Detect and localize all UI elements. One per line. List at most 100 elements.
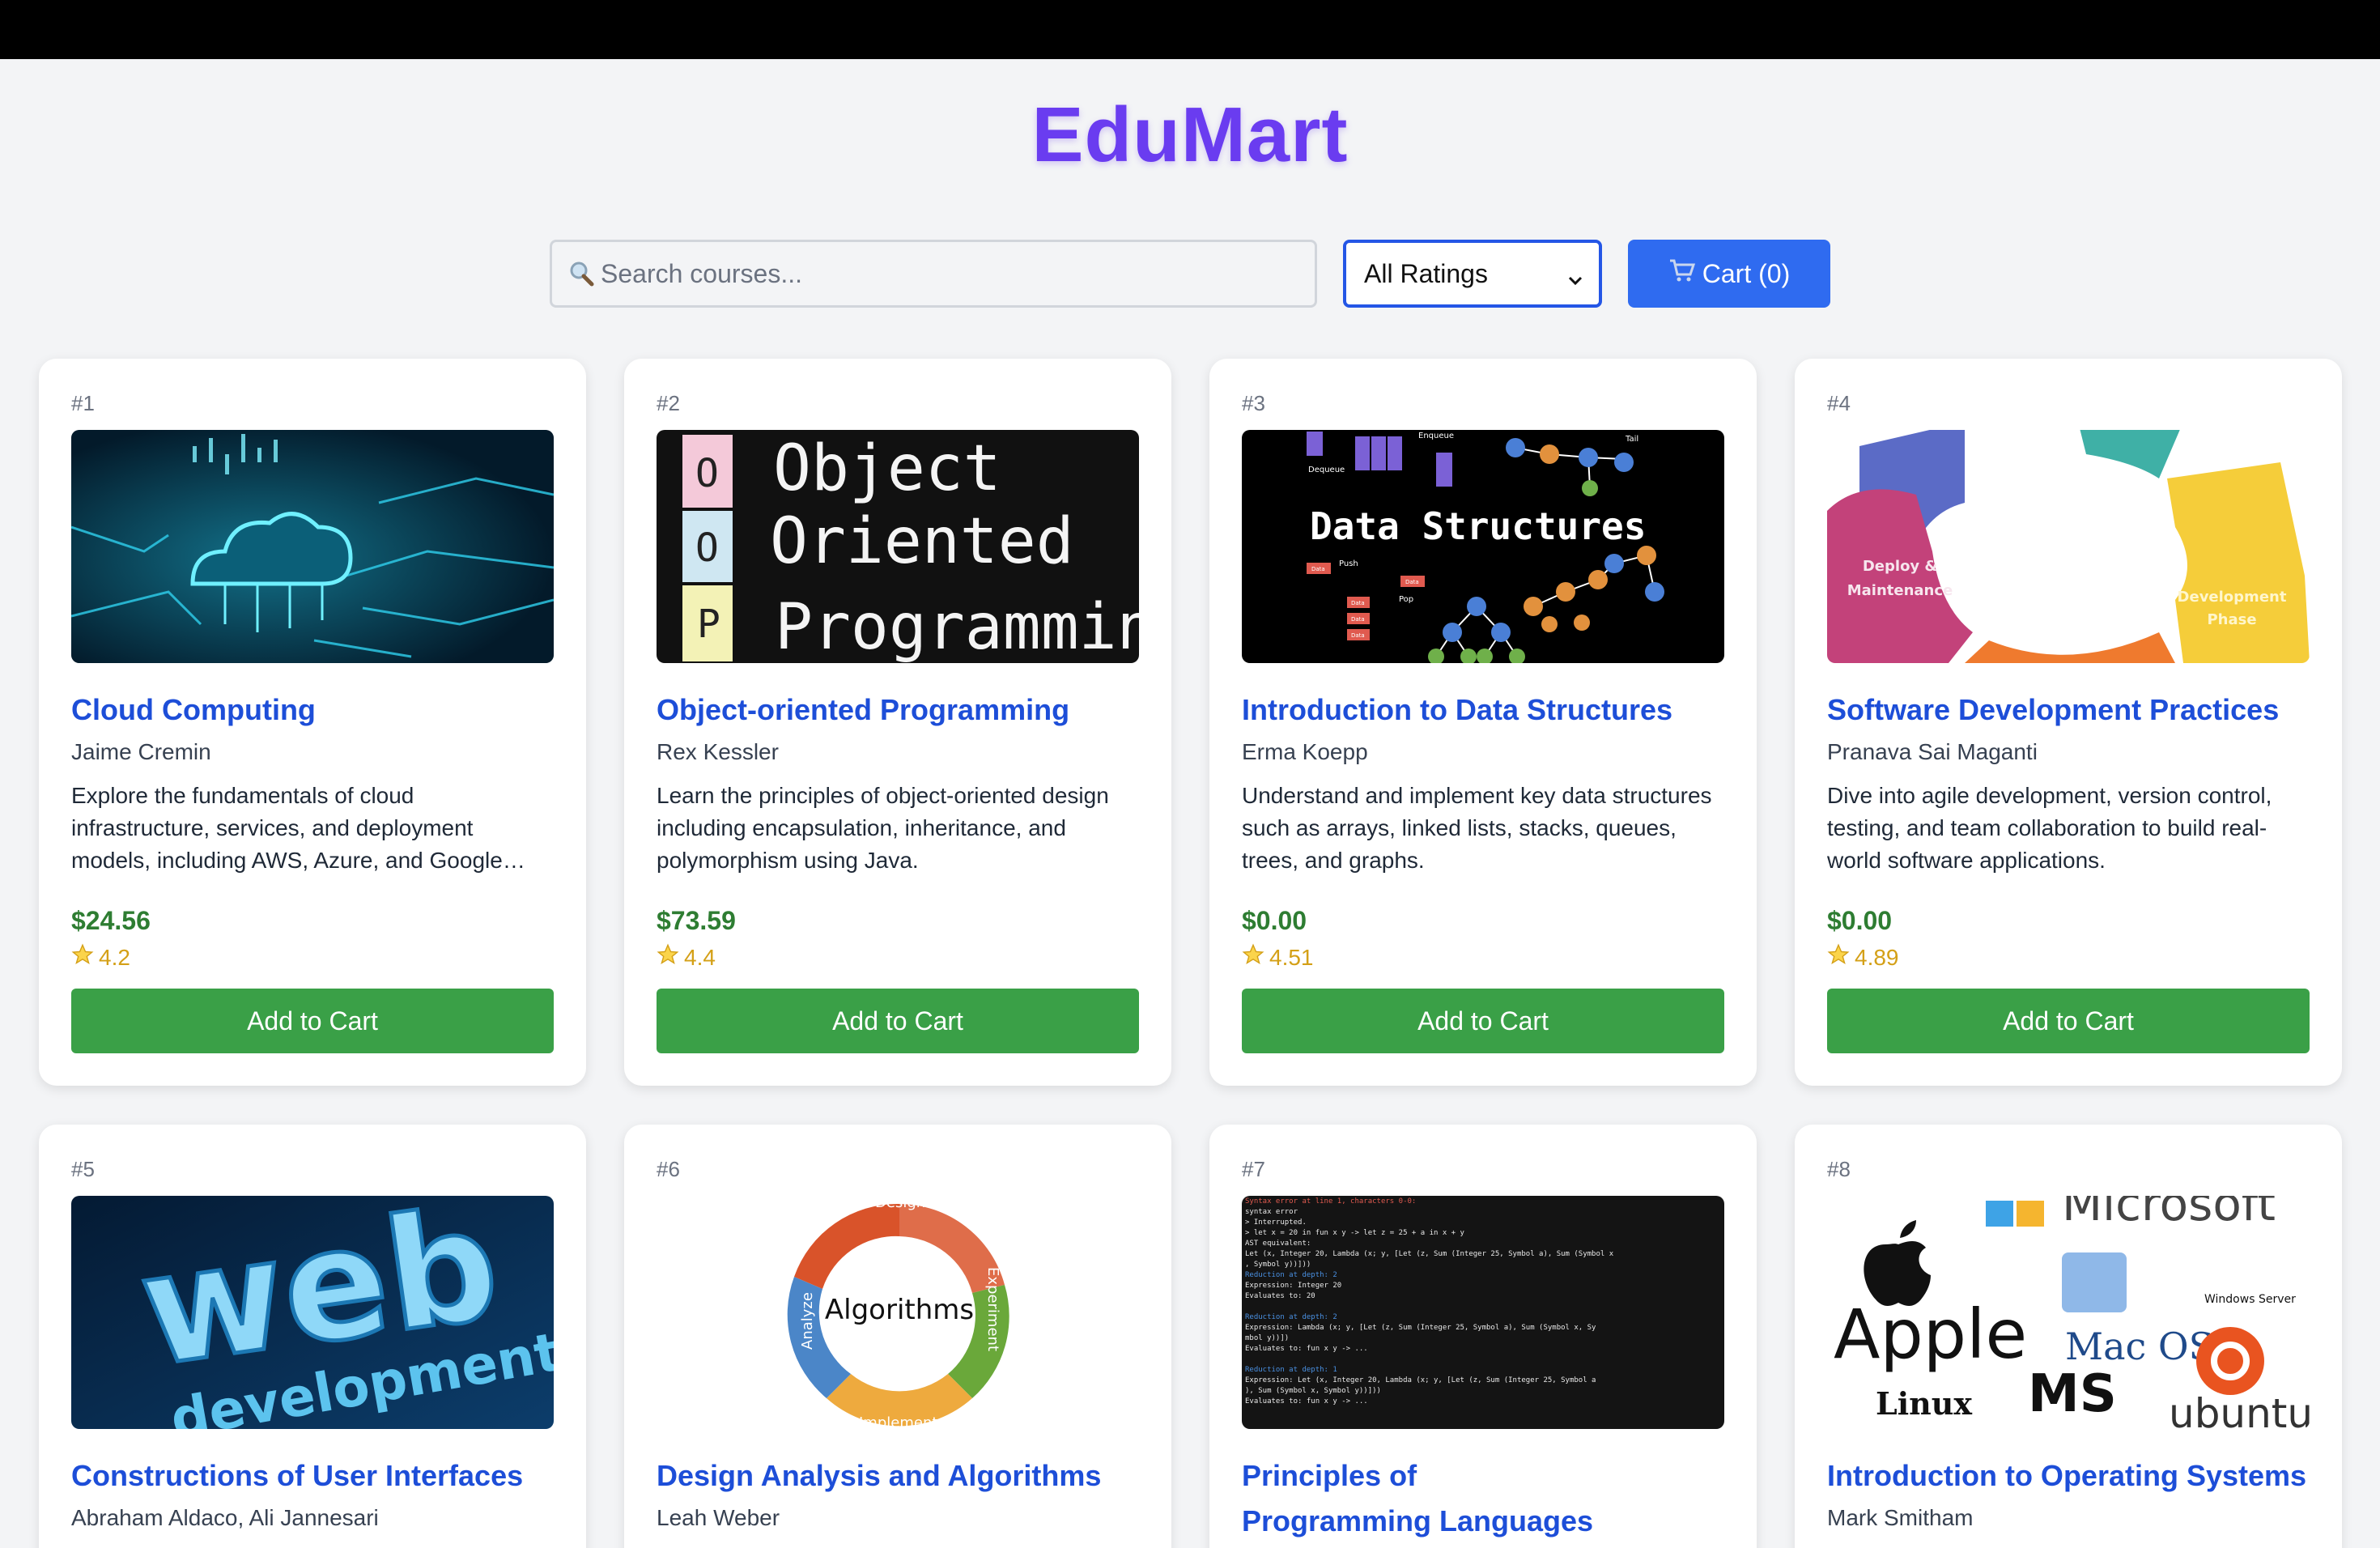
course-price: $24.56 xyxy=(71,906,151,935)
os-linux: Linux xyxy=(1876,1385,1972,1422)
course-price: $0.00 xyxy=(1242,906,1307,935)
course-number: #4 xyxy=(1827,391,1851,415)
course-number: #6 xyxy=(657,1157,680,1181)
cart-icon xyxy=(1668,258,1696,289)
cart-button[interactable]: Cart (0) xyxy=(1628,240,1830,308)
cart-label: Cart (0) xyxy=(1702,258,1791,288)
search-icon xyxy=(567,259,596,288)
course-title[interactable]: Constructions of User Interfaces xyxy=(71,1453,557,1499)
ds-data-label: Data xyxy=(1351,632,1365,639)
course-description: Understand and implement key data struct… xyxy=(1242,783,1712,873)
os-windows-server: Windows Server xyxy=(2204,1293,2296,1306)
ds-heading: Data Structures xyxy=(1310,504,1646,548)
course-number: #8 xyxy=(1827,1157,1851,1181)
course-title[interactable]: Object-oriented Programming xyxy=(657,687,1142,733)
algo-implement: Implement xyxy=(859,1414,937,1429)
course-thumbnail xyxy=(71,430,554,663)
course-number: #2 xyxy=(657,391,680,415)
star-icon xyxy=(1827,943,1850,972)
course-price: $0.00 xyxy=(1827,906,1893,935)
course-title[interactable]: Introduction to Operating Systems xyxy=(1827,1453,2313,1499)
sdlc-deploy: Deploy & xyxy=(1863,558,1937,575)
search-box[interactable] xyxy=(550,240,1317,308)
terminal-line: , Symbol y))])) xyxy=(1245,1261,1311,1269)
course-description: Dive into agile development, version con… xyxy=(1827,783,2272,873)
oop-word-oriented: Oriented xyxy=(770,505,1074,578)
ds-data-label: Data xyxy=(1351,600,1365,606)
terminal-line: Reduction at depth: 2 xyxy=(1245,1271,1337,1279)
course-author: Jaime Cremin xyxy=(71,739,211,764)
algo-design: Design xyxy=(875,1196,925,1211)
course-thumbnail: Microsoft Apple Mac OS Windows Server Li… xyxy=(1827,1196,2310,1429)
add-to-cart-button[interactable]: Add to Cart xyxy=(1242,989,1724,1053)
terminal-line: AST equivalent: xyxy=(1245,1240,1311,1248)
course-card: #3 Enqueue Dequeue Tail Push Pop Data St… xyxy=(1209,359,1757,1086)
terminal-line: syntax error xyxy=(1245,1208,1298,1216)
add-to-cart-button[interactable]: Add to Cart xyxy=(71,989,554,1053)
brand-title: EduMart xyxy=(1031,91,1349,178)
rating-value: 4.51 xyxy=(1269,944,1314,970)
course-card: #4 Deploy & Maintenance Development Phas… xyxy=(1795,359,2342,1086)
os-apple: Apple xyxy=(1834,1295,2027,1374)
course-card: #1 Cloud Computing Jaime Cremin Explore … xyxy=(39,359,586,1086)
search-input[interactable] xyxy=(601,258,1297,289)
star-icon xyxy=(657,943,679,972)
course-card: #7 Syntax error at line 1, characters 0-… xyxy=(1209,1125,1757,1548)
terminal-line: Evaluates to: fun x y -> ... xyxy=(1245,1397,1368,1406)
course-author: Rex Kessler xyxy=(657,739,779,764)
ds-data-label: Data xyxy=(1311,566,1325,572)
terminal-line: Expression: Lambda (x; y, [Let (z, Sum (… xyxy=(1245,1324,1596,1332)
terminal-line: Syntax error at line 1, characters 0-0: xyxy=(1245,1197,1416,1206)
terminal-line: Reduction at depth: 2 xyxy=(1245,1313,1337,1321)
course-author: Mark Smitham xyxy=(1827,1505,1974,1530)
terminal-line: Evaluates to: fun x y -> ... xyxy=(1245,1345,1368,1353)
course-number: #1 xyxy=(71,391,95,415)
course-title[interactable]: Cloud Computing xyxy=(71,687,557,733)
ds-dequeue: Dequeue xyxy=(1308,466,1345,474)
course-thumbnail: web development xyxy=(71,1196,554,1429)
course-title[interactable]: Design Analysis and Algorithms xyxy=(657,1453,1142,1499)
toolbar: All Ratings Cart (0) xyxy=(0,240,2380,308)
course-number: #7 xyxy=(1242,1157,1265,1181)
course-rating: 4.51 xyxy=(1242,943,1314,972)
terminal-line: Reduction at depth: 1 xyxy=(1245,1366,1337,1374)
course-title[interactable]: Principles of Programming Languages xyxy=(1242,1453,1614,1544)
course-title[interactable]: Introduction to Data Structures xyxy=(1242,687,1728,733)
ds-push: Push xyxy=(1339,559,1358,568)
star-icon xyxy=(71,943,94,972)
sdlc-maintenance: Maintenance xyxy=(1847,582,1953,599)
rating-value: 4.4 xyxy=(684,944,716,970)
algo-experiment: Experiment xyxy=(984,1267,1001,1351)
course-thumbnail: Deploy & Maintenance Development Phase xyxy=(1827,430,2310,663)
course-title[interactable]: Software Development Practices xyxy=(1827,687,2313,733)
browser-top-bar xyxy=(0,0,2380,59)
course-card: #6 Design Experiment Implement Analyze A… xyxy=(624,1125,1171,1548)
ds-enqueue: Enqueue xyxy=(1418,432,1454,440)
terminal-line: Let (x, Integer 20, Lambda (x; y, [Let (… xyxy=(1245,1250,1614,1258)
add-to-cart-button[interactable]: Add to Cart xyxy=(1827,989,2310,1053)
course-description: Learn the principles of object-oriented … xyxy=(657,783,1109,873)
ds-pop: Pop xyxy=(1399,595,1413,604)
ds-data-label: Data xyxy=(1405,579,1419,585)
course-number: #3 xyxy=(1242,391,1265,415)
rating-filter-select[interactable]: All Ratings xyxy=(1343,240,1602,308)
os-microsoft: Microsoft xyxy=(2062,1196,2276,1231)
terminal-line: > let x = 20 in fun x y -> let z = 25 + … xyxy=(1245,1229,1465,1237)
course-description: Explore the fundamentals of cloud infras… xyxy=(71,783,525,873)
chevron-down-icon xyxy=(1566,266,1584,286)
terminal-line: Expression: Integer 20 xyxy=(1245,1282,1341,1290)
course-author: Erma Koepp xyxy=(1242,739,1368,764)
star-icon xyxy=(1242,943,1264,972)
terminal-line: > Interrupted. xyxy=(1245,1218,1307,1227)
course-author: Leah Weber xyxy=(657,1505,780,1530)
sdlc-development: Development xyxy=(2178,589,2287,606)
course-author: Pranava Sai Maganti xyxy=(1827,739,2038,764)
oop-letter-o2: O xyxy=(695,525,719,571)
add-to-cart-button[interactable]: Add to Cart xyxy=(657,989,1139,1053)
oop-letter-p: P xyxy=(697,602,720,647)
terminal-line: Evaluates to: 20 xyxy=(1245,1292,1315,1300)
os-macos: Mac OS xyxy=(2065,1325,2214,1368)
rating-value: 4.89 xyxy=(1855,944,1899,970)
os-ubuntu: ubuntu xyxy=(2169,1390,2310,1429)
course-number: #5 xyxy=(71,1157,95,1181)
